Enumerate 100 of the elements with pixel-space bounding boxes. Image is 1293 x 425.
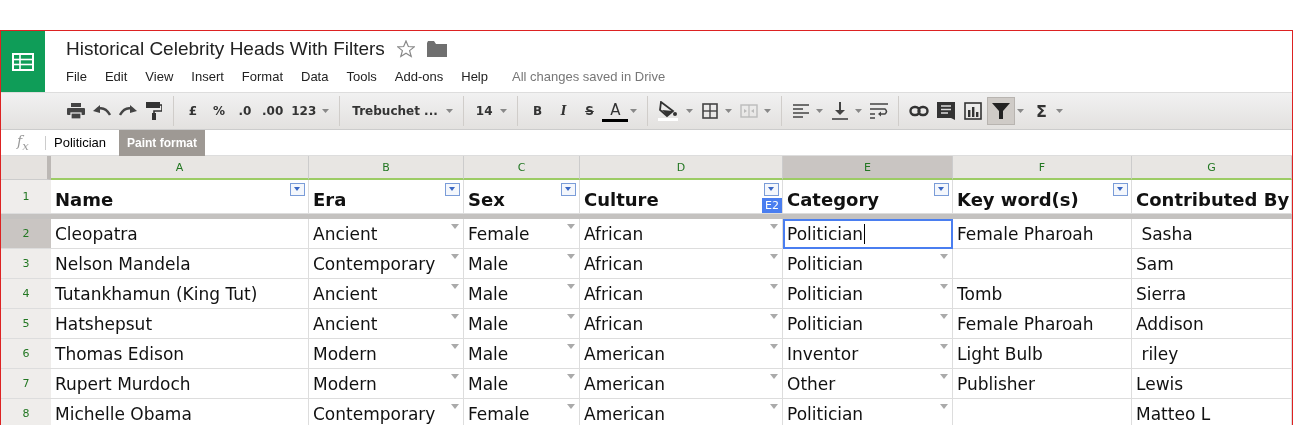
filter-dropdown-icon[interactable] xyxy=(445,183,460,196)
table-cell: Addison xyxy=(1132,309,1292,339)
filter-dropdown-icon[interactable] xyxy=(1113,183,1128,196)
menu-item[interactable]: Add-ons xyxy=(394,69,444,84)
dropdown-arrow-icon[interactable] xyxy=(567,224,575,229)
dropdown-arrow-icon[interactable] xyxy=(451,314,459,319)
dropdown-arrow-icon[interactable] xyxy=(567,404,575,409)
menu-item[interactable]: Tools xyxy=(346,69,377,84)
merge-cells-icon xyxy=(740,104,759,118)
column-header[interactable]: C xyxy=(464,156,580,180)
dropdown-arrow-icon[interactable] xyxy=(770,404,778,409)
column-header[interactable]: D xyxy=(580,156,783,180)
table-cell: Sasha xyxy=(1132,219,1292,249)
row-header[interactable]: 6 xyxy=(1,339,51,369)
menu-item[interactable]: Data xyxy=(301,69,329,84)
toolbar-button[interactable]: 123 xyxy=(287,97,321,125)
dropdown-arrow-icon[interactable] xyxy=(770,314,778,319)
dropdown-arrow-icon[interactable] xyxy=(770,254,778,259)
toolbar-button[interactable]: .00 xyxy=(258,97,288,125)
active-cell[interactable]: Politician xyxy=(783,219,953,249)
caret-icon[interactable] xyxy=(725,109,733,113)
row-header[interactable]: 1 xyxy=(1,180,51,214)
formula-label: f$_{x}$ xyxy=(15,132,30,153)
row-header[interactable]: 3 xyxy=(1,249,51,279)
dropdown-arrow-icon[interactable] xyxy=(567,374,575,379)
column-header[interactable]: G xyxy=(1132,156,1292,180)
dropdown-arrow-icon[interactable] xyxy=(451,284,459,289)
table-cell: Tutankhamun (King Tut) xyxy=(51,279,309,309)
toolbar-button[interactable]: I xyxy=(550,97,577,125)
caret-icon[interactable] xyxy=(630,109,638,113)
dropdown-arrow-icon[interactable] xyxy=(451,344,459,349)
dropdown-arrow-icon[interactable] xyxy=(770,224,778,229)
toolbar-button[interactable]: S xyxy=(576,97,603,125)
column-header[interactable]: A xyxy=(51,156,309,180)
menu-item[interactable]: Insert xyxy=(191,69,224,84)
filter-dropdown-icon[interactable] xyxy=(290,183,305,196)
caret-icon[interactable] xyxy=(445,109,453,113)
caret-icon[interactable] xyxy=(1017,109,1025,113)
toolbar-button[interactable]: % xyxy=(206,97,232,125)
dropdown-arrow-icon[interactable] xyxy=(770,284,778,289)
dropdown-arrow-icon[interactable] xyxy=(567,284,575,289)
row-header[interactable]: 8 xyxy=(1,399,51,425)
toolbar-button[interactable]: 14 xyxy=(469,97,499,125)
caret-icon[interactable] xyxy=(686,109,694,113)
star-icon[interactable] xyxy=(396,40,415,58)
dropdown-arrow-icon[interactable] xyxy=(451,404,459,409)
dropdown-arrow-icon[interactable] xyxy=(940,374,948,379)
table-cell: Inventor xyxy=(783,339,953,369)
dropdown-arrow-icon[interactable] xyxy=(770,344,778,349)
toolbar-button[interactable]: B xyxy=(524,97,551,125)
filter-dropdown-icon[interactable] xyxy=(934,183,949,196)
menu-item[interactable]: File xyxy=(66,69,87,84)
table-cell: Light Bulb xyxy=(953,339,1132,369)
redo-icon xyxy=(119,105,137,117)
menu-item[interactable]: View xyxy=(145,69,174,84)
column-header[interactable]: B xyxy=(309,156,464,180)
select-all-corner[interactable] xyxy=(1,156,51,180)
menu-item[interactable]: Format xyxy=(241,69,283,84)
caret-icon[interactable] xyxy=(855,109,863,113)
folder-icon[interactable] xyxy=(426,41,447,57)
row-header[interactable]: 7 xyxy=(1,369,51,399)
dropdown-arrow-icon[interactable] xyxy=(451,374,459,379)
dropdown-arrow-icon[interactable] xyxy=(770,374,778,379)
caret-icon[interactable] xyxy=(1056,109,1064,113)
dropdown-arrow-icon[interactable] xyxy=(940,254,948,259)
column-header[interactable]: F xyxy=(953,156,1132,180)
toolbar-button[interactable]: .0 xyxy=(232,97,258,125)
dropdown-arrow-icon[interactable] xyxy=(940,404,948,409)
dropdown-arrow-icon[interactable] xyxy=(940,344,948,349)
filter-dropdown-icon[interactable] xyxy=(561,183,576,196)
caret-icon[interactable] xyxy=(764,109,772,113)
dropdown-arrow-icon[interactable] xyxy=(451,224,459,229)
sheets-logo-icon[interactable] xyxy=(1,31,45,92)
table-cell: Male xyxy=(464,369,580,399)
formula-input[interactable]: Politician xyxy=(54,135,107,150)
dropdown-arrow-icon[interactable] xyxy=(567,344,575,349)
dropdown-arrow-icon[interactable] xyxy=(567,254,575,259)
comment-icon xyxy=(937,102,956,120)
table-cell: Male xyxy=(464,249,580,279)
dropdown-arrow-icon[interactable] xyxy=(940,314,948,319)
filter-dropdown-icon[interactable] xyxy=(764,183,779,196)
text-color-button[interactable]: A xyxy=(602,100,629,122)
table-cell: Politician xyxy=(783,249,953,279)
menu-item[interactable]: Help xyxy=(461,69,488,84)
toolbar-button[interactable]: £ xyxy=(180,97,206,125)
dropdown-arrow-icon[interactable] xyxy=(940,284,948,289)
toolbar-button[interactable]: Trebuchet ... xyxy=(346,97,444,125)
caret-icon[interactable] xyxy=(322,109,330,113)
caret-icon[interactable] xyxy=(816,109,824,113)
filter-button[interactable] xyxy=(987,97,1016,125)
table-cell: Modern xyxy=(309,339,464,369)
row-header[interactable]: 4 xyxy=(1,279,51,309)
document-title[interactable]: Historical Celebrity Heads With Filters xyxy=(66,38,385,60)
dropdown-arrow-icon[interactable] xyxy=(567,314,575,319)
toolbar-button[interactable]: Σ xyxy=(1028,97,1055,125)
row-header[interactable]: 5 xyxy=(1,309,51,339)
menu-item[interactable]: Edit xyxy=(104,69,128,84)
caret-icon[interactable] xyxy=(500,109,508,113)
dropdown-arrow-icon[interactable] xyxy=(451,254,459,259)
table-cell: Sierra xyxy=(1132,279,1292,309)
